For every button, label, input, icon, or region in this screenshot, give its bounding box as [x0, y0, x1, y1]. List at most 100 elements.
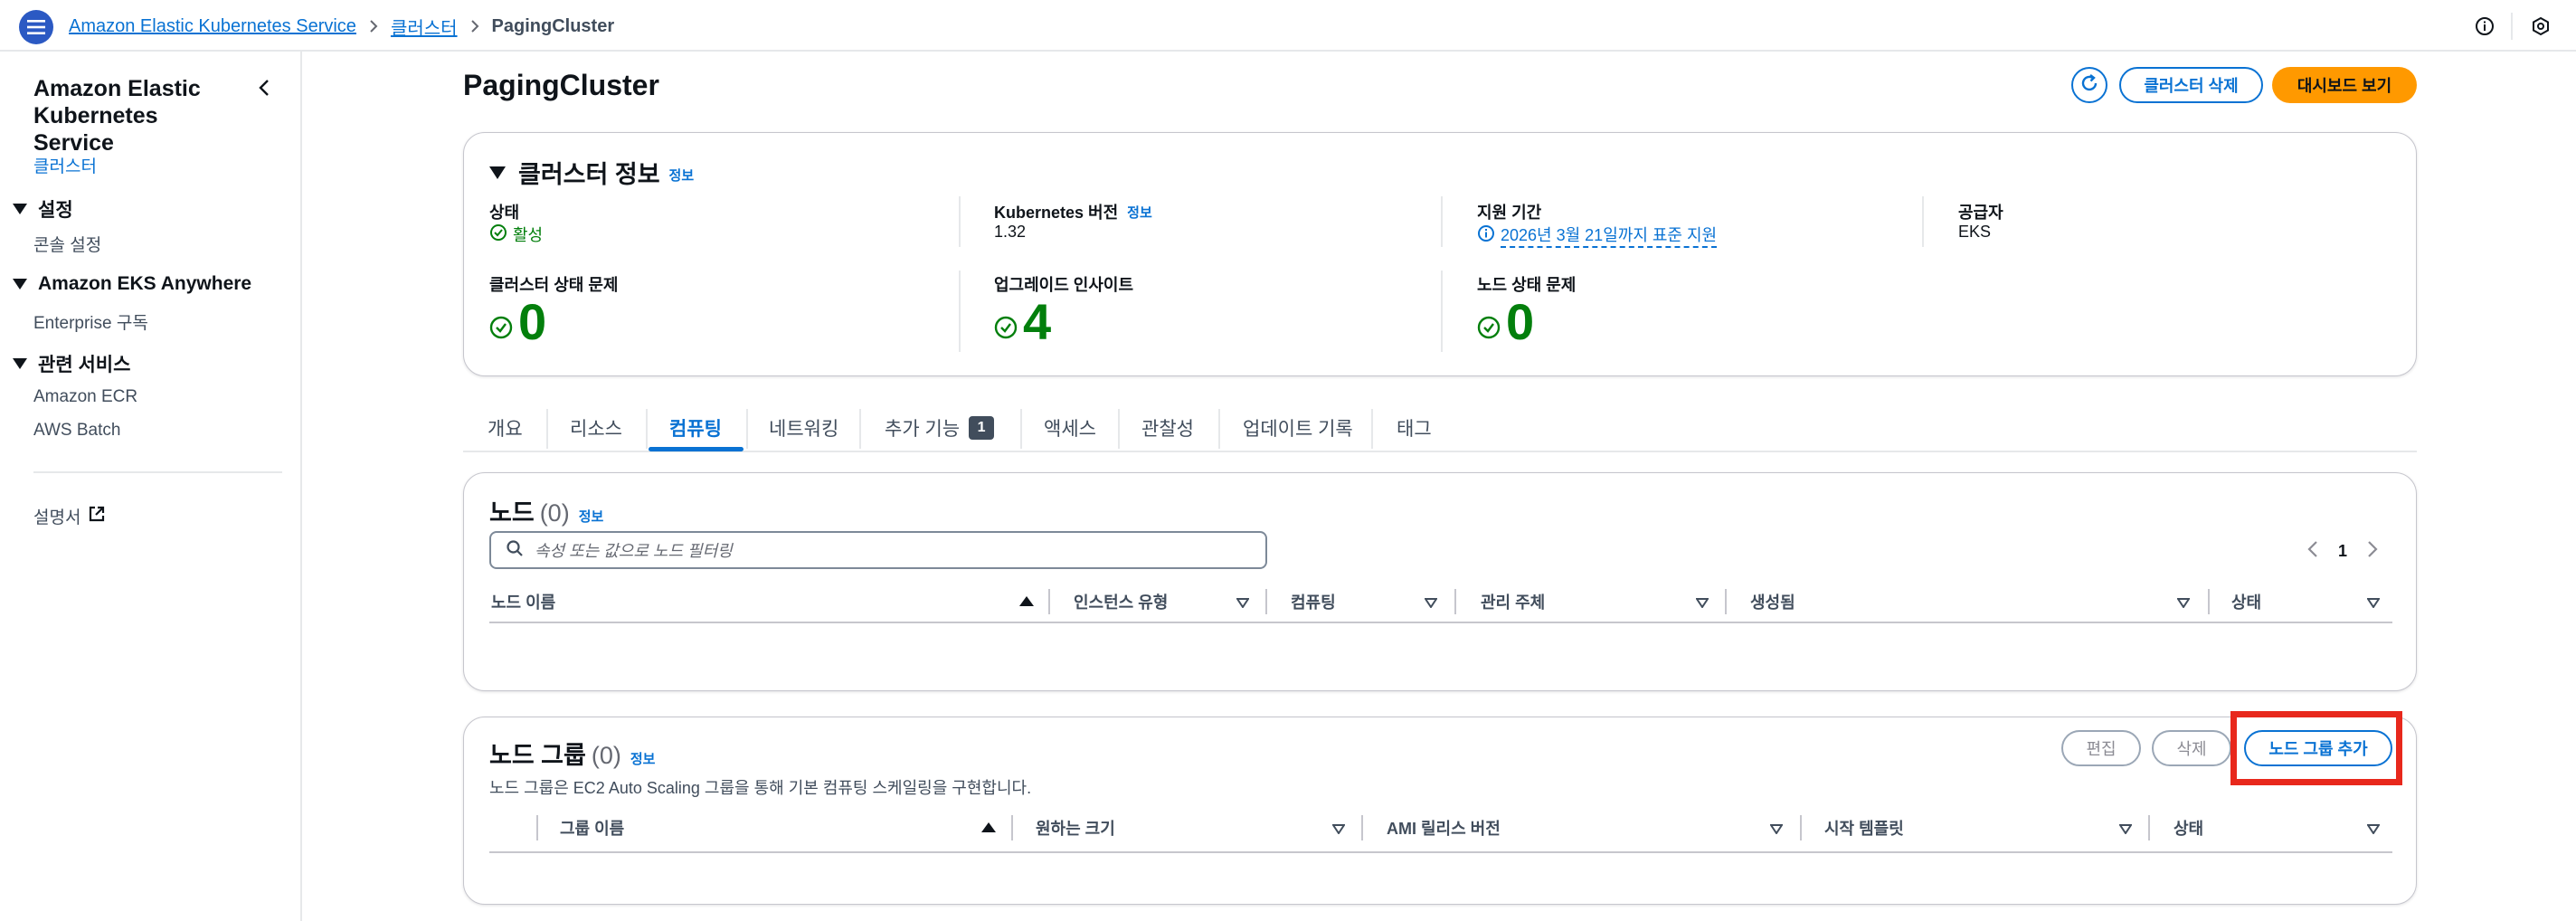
tab-bar — [463, 404, 2417, 452]
sort-icon[interactable] — [1236, 596, 1250, 609]
divider — [489, 851, 2392, 853]
status-success-icon — [489, 223, 507, 246]
menu-icon[interactable] — [19, 10, 53, 44]
divider — [1265, 589, 1267, 614]
tab-access[interactable]: 액세스 — [1044, 404, 1096, 452]
nodes-title: 노드 — [489, 499, 535, 527]
status-text: 활성 — [513, 226, 544, 244]
breadcrumb-eks[interactable]: Amazon Elastic Kubernetes Service — [69, 16, 356, 37]
cluster-health-value: 0 — [489, 292, 546, 351]
sidebar-item-docs[interactable]: 설명서 — [33, 504, 106, 528]
chevron-left-icon[interactable] — [254, 77, 276, 99]
nodes-header: 노드 (0) 정보 — [489, 493, 603, 528]
chevron-left-icon[interactable] — [2307, 540, 2318, 563]
page-number[interactable]: 1 — [2338, 542, 2347, 561]
column-launch-template[interactable]: 시작 템플릿 — [1824, 812, 1904, 844]
support-period-link[interactable]: 2026년 3월 21일까지 표준 지원 — [1501, 223, 1718, 248]
tab-tags[interactable]: 태그 — [1397, 404, 1432, 452]
chevron-right-icon — [369, 19, 378, 33]
info-link[interactable]: 정보 — [579, 507, 604, 526]
status-value: 활성 — [489, 223, 543, 246]
view-dashboard-button[interactable]: 대시보드 보기 — [2272, 67, 2417, 103]
column-status[interactable]: 상태 — [2174, 812, 2203, 844]
settings-icon[interactable] — [2530, 15, 2552, 37]
delete-button[interactable]: 삭제 — [2152, 730, 2231, 766]
status-success-icon — [994, 292, 1018, 351]
info-link[interactable]: 정보 — [630, 749, 656, 768]
caret-down-icon — [489, 166, 506, 179]
sort-icon[interactable] — [2118, 822, 2133, 835]
count-badge: 1 — [969, 416, 995, 440]
sort-icon[interactable] — [2366, 822, 2381, 835]
column-node-name[interactable]: 노드 이름 — [491, 585, 555, 618]
tab-overview[interactable]: 개요 — [488, 404, 523, 452]
breadcrumb-clusters[interactable]: 클러스터 — [391, 14, 458, 40]
divider — [746, 409, 748, 449]
tab-networking[interactable]: 네트워킹 — [769, 404, 838, 452]
column-compute[interactable]: 컴퓨팅 — [1291, 585, 1336, 618]
divider — [489, 622, 2392, 623]
tab-update-history[interactable]: 업데이트 기록 — [1243, 404, 1353, 452]
sort-icon[interactable] — [1331, 822, 1346, 835]
column-desired-size[interactable]: 원하는 크기 — [1036, 812, 1115, 844]
pagination: 1 — [2307, 540, 2378, 563]
info-link[interactable]: 정보 — [669, 166, 695, 185]
node-groups-description: 노드 그룹은 EC2 Auto Scaling 그룹을 통해 기본 컴퓨팅 스케… — [489, 779, 1032, 797]
sidebar-item-console-settings[interactable]: 콘솔 설정 — [33, 232, 101, 256]
node-filter-input[interactable]: 속성 또는 값으로 노드 필터링 — [489, 531, 1267, 569]
sidebar-section-eks-anywhere[interactable]: Amazon EKS Anywhere — [13, 273, 251, 295]
tab-addons-label: 추가 기능 — [885, 419, 961, 440]
k8s-version-value: 1.32 — [994, 223, 1027, 241]
cluster-info-header[interactable]: 클러스터 정보 정보 — [489, 155, 694, 190]
edit-button[interactable]: 편집 — [2061, 730, 2141, 766]
tab-resources[interactable]: 리소스 — [570, 404, 622, 452]
divider — [1371, 409, 1373, 449]
divider — [1922, 196, 1924, 247]
column-group-name[interactable]: 그룹 이름 — [560, 812, 624, 844]
info-link[interactable]: 정보 — [1127, 203, 1152, 222]
section-label: 설정 — [38, 200, 73, 221]
support-period-value[interactable]: 2026년 3월 21일까지 표준 지원 — [1477, 223, 1718, 248]
divider — [959, 196, 961, 247]
column-status[interactable]: 상태 — [2231, 585, 2261, 618]
sort-icon[interactable] — [2176, 596, 2191, 609]
divider — [546, 409, 548, 449]
column-instance-type[interactable]: 인스턴스 유형 — [1074, 585, 1168, 618]
sort-icon[interactable] — [1424, 596, 1438, 609]
docs-label: 설명서 — [33, 508, 81, 527]
sidebar-item-batch[interactable]: AWS Batch — [33, 421, 120, 441]
caret-down-icon — [13, 358, 27, 369]
column-created[interactable]: 생성됨 — [1750, 585, 1795, 618]
delete-cluster-button[interactable]: 클러스터 삭제 — [2119, 67, 2263, 103]
k8s-label-text: Kubernetes 버전 — [994, 204, 1119, 222]
divider — [33, 471, 282, 473]
tab-compute[interactable]: 컴퓨팅 — [669, 404, 722, 452]
chevron-right-icon[interactable] — [2367, 540, 2378, 563]
upgrade-insights-count: 4 — [1023, 293, 1052, 350]
sort-icon[interactable] — [2366, 596, 2381, 609]
sort-ascending-icon[interactable] — [981, 822, 996, 832]
sidebar-section-settings[interactable]: 설정 — [13, 195, 73, 223]
sidebar-item-clusters[interactable]: 클러스터 — [33, 153, 97, 177]
sort-icon[interactable] — [1769, 822, 1784, 835]
side-navigation: Amazon Elastic Kubernetes Service 클러스터 설… — [0, 52, 302, 921]
status-label: 상태 — [489, 204, 520, 222]
sort-ascending-icon[interactable] — [1019, 596, 1034, 606]
divider — [859, 409, 861, 449]
column-ami-release[interactable]: AMI 릴리스 버전 — [1387, 812, 1501, 844]
sidebar-section-related[interactable]: 관련 서비스 — [13, 350, 130, 377]
nodes-panel: 노드 (0) 정보 속성 또는 값으로 노드 필터링 1 노드 이름 인스턴스 … — [463, 472, 2417, 691]
section-label: 관련 서비스 — [38, 355, 131, 375]
sidebar-item-enterprise[interactable]: Enterprise 구독 — [33, 309, 148, 334]
sort-icon[interactable] — [1695, 596, 1709, 609]
column-managed-by[interactable]: 관리 주체 — [1481, 585, 1545, 618]
tab-observability[interactable]: 관찰성 — [1141, 404, 1194, 452]
support-period-label: 지원 기간 — [1477, 204, 1542, 222]
refresh-button[interactable] — [2071, 67, 2107, 103]
sidebar-item-ecr[interactable]: Amazon ECR — [33, 387, 137, 407]
node-groups-header: 노드 그룹 (0) 정보 — [489, 736, 655, 771]
upgrade-insights-value[interactable]: 4 — [994, 292, 1051, 351]
tab-addons[interactable]: 추가 기능 1 — [885, 404, 995, 452]
divider — [2148, 815, 2150, 840]
info-icon[interactable] — [2474, 15, 2496, 37]
